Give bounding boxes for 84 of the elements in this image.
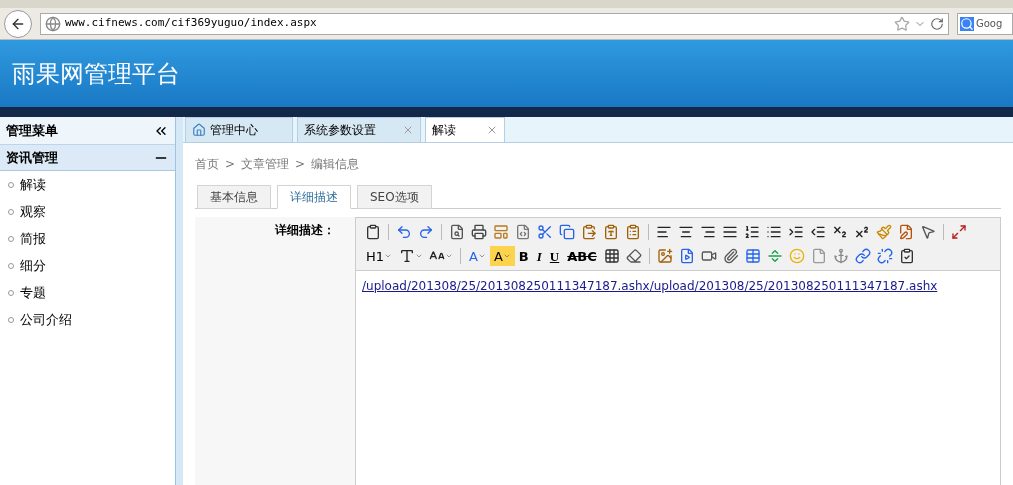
url-text: www.cifnews.com/cif369yuguo/index.aspx — [65, 15, 318, 32]
globe-icon — [45, 15, 61, 32]
smiley-icon — [788, 248, 805, 264]
sidebar-title: 管理菜单 — [6, 121, 58, 140]
sidebar-item[interactable]: 观察 — [20, 201, 46, 222]
search-field[interactable]: Goog — [957, 12, 1013, 35]
indent-icon — [788, 224, 804, 240]
caret-icon — [415, 252, 424, 260]
sidebar-item[interactable]: 专题 — [20, 282, 46, 303]
paste-icon — [581, 224, 597, 240]
scissors-icon — [537, 224, 553, 240]
search-input[interactable]: Goog — [976, 16, 1010, 31]
image-icon — [656, 248, 673, 264]
redo-icon — [418, 224, 434, 240]
numbered-list-icon — [744, 224, 760, 240]
unlink-icon — [876, 248, 893, 264]
font-icon — [399, 248, 416, 264]
close-icon[interactable] — [486, 124, 498, 136]
undo-icon — [396, 224, 412, 240]
form-tab[interactable]: 基本信息 — [197, 185, 271, 209]
brush-icon — [876, 224, 892, 240]
paste-list-icon — [625, 224, 641, 240]
table-icon — [744, 248, 761, 264]
sidebar-item[interactable]: 细分 — [20, 255, 46, 276]
align-right-icon — [700, 224, 716, 240]
sidebar-item[interactable]: 简报 — [20, 228, 46, 249]
video-camera-icon — [700, 248, 717, 264]
paperclip-icon — [722, 248, 739, 264]
tab[interactable]: 系统参数设置 — [297, 117, 421, 142]
printer-icon — [471, 224, 487, 240]
tab[interactable]: 解读 — [425, 117, 505, 142]
toolbar-button[interactable]: U — [545, 246, 564, 266]
toolbar-button[interactable]: A — [465, 246, 490, 266]
superscript-icon — [854, 224, 870, 240]
breadcrumb-separator: > — [225, 156, 236, 173]
code-file-icon — [515, 224, 531, 240]
page-icon — [810, 248, 827, 264]
subscript-icon — [832, 224, 848, 240]
breadcrumb-link[interactable]: 文章管理 — [241, 155, 290, 173]
home-icon — [192, 123, 206, 137]
paste-text-icon — [603, 224, 619, 240]
separator-icon — [766, 248, 783, 264]
tab[interactable]: 管理中心 — [185, 117, 293, 142]
file-pen-icon — [898, 224, 914, 240]
toolbar-button[interactable]: H1 — [362, 246, 397, 266]
bullet-list-icon — [766, 224, 782, 240]
caret-icon — [477, 252, 486, 260]
toolbar-button[interactable]: ABC — [563, 246, 601, 266]
grid-icon — [603, 248, 620, 264]
back-button[interactable] — [4, 9, 32, 38]
reload-icon[interactable] — [930, 16, 944, 31]
link-icon — [854, 248, 871, 264]
eraser-icon — [625, 248, 642, 264]
caret-icon — [502, 252, 511, 260]
form-tab[interactable]: SEO选项 — [357, 185, 432, 209]
site-title: 雨果网管理平台 — [12, 58, 180, 90]
clipboard-icon — [365, 224, 381, 240]
toolbar-button[interactable]: I — [532, 246, 546, 266]
outdent-icon — [810, 224, 826, 240]
field-label: 详细描述： — [275, 222, 335, 239]
bookmark-star-icon[interactable] — [894, 15, 910, 32]
toolbar-button[interactable]: B — [514, 246, 533, 266]
file-search-icon — [449, 224, 465, 240]
justify-icon — [722, 224, 738, 240]
sidebar-item[interactable]: 公司介绍 — [20, 309, 72, 330]
clipboard-check-icon — [898, 248, 915, 264]
template-icon — [493, 224, 509, 240]
fullscreen-icon — [951, 224, 967, 240]
anchor-icon — [832, 248, 849, 264]
sidebar-item[interactable]: 解读 — [20, 174, 46, 195]
breadcrumb-separator: > — [295, 156, 306, 173]
align-center-icon — [678, 224, 694, 240]
search-icon — [960, 16, 974, 31]
toolbar-button[interactable]: A — [489, 246, 515, 266]
caret-icon — [445, 252, 454, 260]
breadcrumb-link[interactable]: 首页 — [195, 155, 219, 173]
media-file-icon — [678, 248, 695, 264]
align-left-icon — [656, 224, 672, 240]
caret-icon — [384, 252, 393, 260]
form-tab[interactable]: 详细描述 — [277, 185, 351, 209]
pointer-icon — [920, 224, 936, 240]
upload-link[interactable]: /upload/201308/25/201308250111347187.ashx/upload/201308/25/201308250111347187.ashx — [362, 279, 938, 293]
address-bar[interactable]: www.cifnews.com/cif369yuguo/index.aspx — [40, 12, 949, 35]
copy-icon — [559, 224, 575, 240]
